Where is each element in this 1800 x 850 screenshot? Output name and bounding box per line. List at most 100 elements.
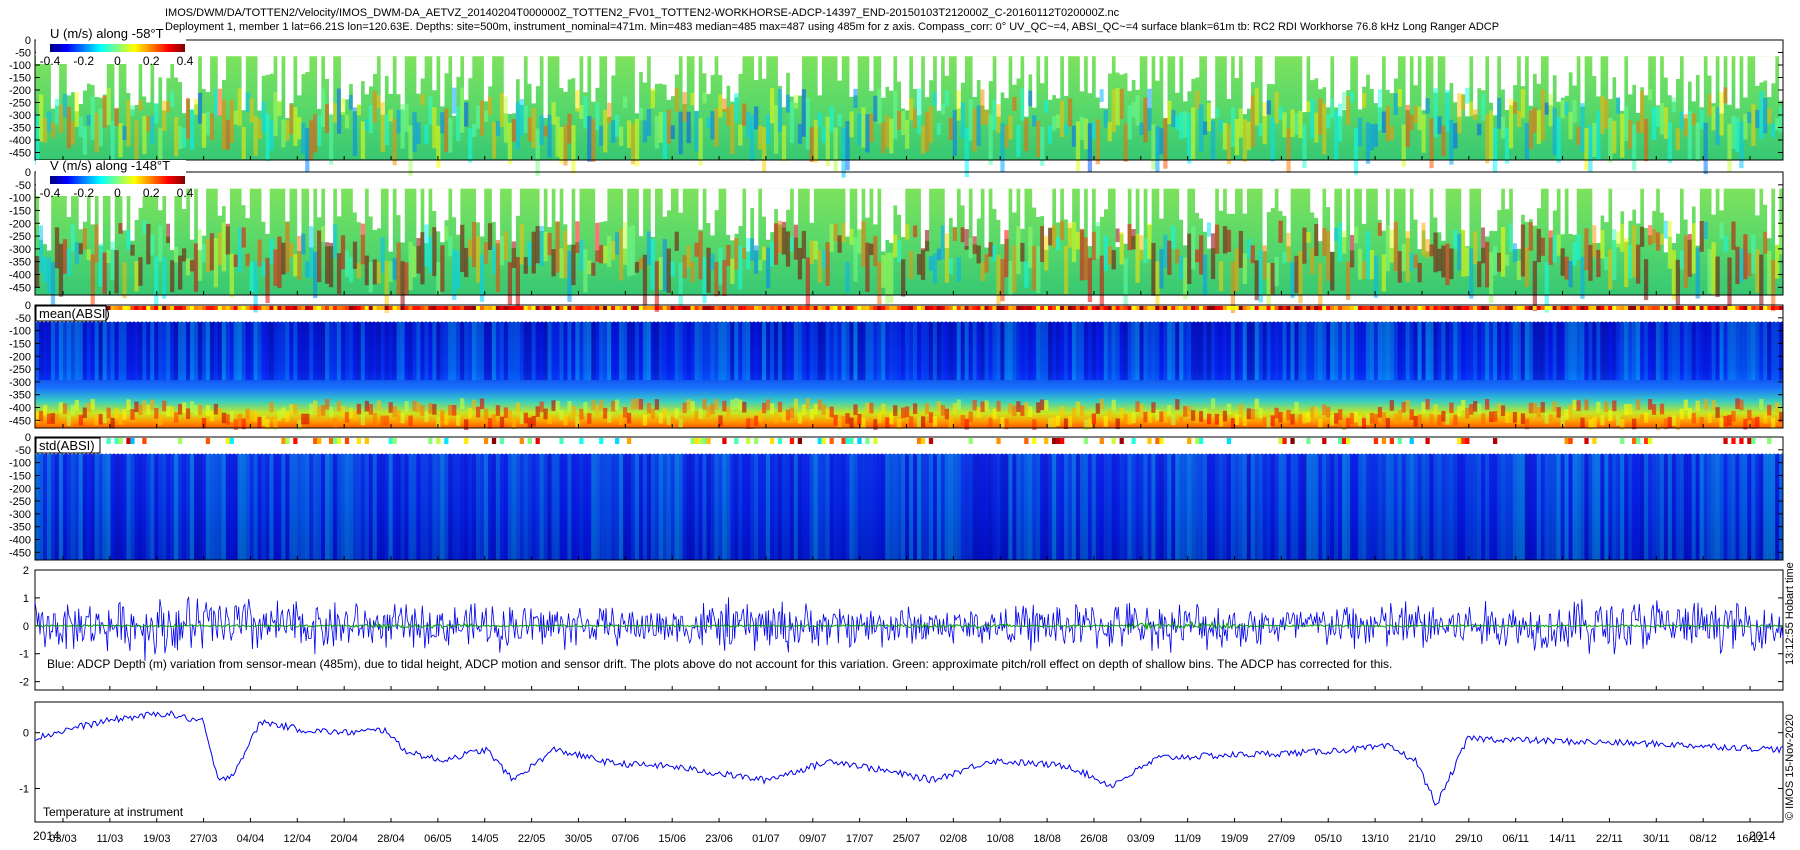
panel-4-streak [885, 453, 890, 560]
panel-2-streak [1342, 230, 1347, 254]
panel-2-streak [440, 245, 445, 292]
panel-2-streak [364, 255, 370, 286]
panel-1-streak [1512, 101, 1518, 114]
panel-1-gap [944, 56, 950, 76]
panel-1-gap [1405, 56, 1410, 111]
panel-4-streak [1286, 453, 1291, 560]
panel-4-streak [1524, 453, 1530, 560]
panel-1-streak [142, 115, 147, 155]
panel-3-surface [1008, 306, 1013, 310]
panel-4-streak [46, 453, 52, 560]
panel-1-streak [948, 117, 953, 141]
panel-2-gap [666, 188, 671, 211]
panel-1-streak [1449, 120, 1454, 165]
panel-3-streak [618, 414, 624, 426]
panel-1-gap [317, 56, 322, 109]
panel-3-streak [1584, 321, 1589, 381]
panel-1-streak [1759, 91, 1764, 139]
panel-3-surface [289, 306, 294, 310]
panel-3-streak [750, 321, 755, 381]
panel-2-streak [853, 237, 858, 282]
panel-2-streak [408, 241, 413, 291]
panel-3-surface [897, 306, 902, 310]
panel-4-streak [209, 453, 215, 560]
panel-1-streak [865, 114, 870, 153]
panel-4-streak [416, 453, 421, 560]
panel-3-streak [1437, 321, 1442, 381]
panel-2-streak [1222, 226, 1228, 254]
panel-1-gap [1556, 56, 1561, 102]
panel-1-streak [1771, 123, 1776, 138]
panel-4-streak [591, 453, 596, 560]
panel-3-streak [615, 321, 620, 381]
panel-1-streak [754, 106, 759, 130]
panel-2-gap [1767, 188, 1772, 239]
panel-3-streak [948, 416, 953, 428]
panel-2-gap [1600, 188, 1605, 216]
panel-4-streak [1616, 453, 1621, 560]
panel-4-streak [479, 453, 485, 560]
panel-3-surface [1028, 306, 1033, 310]
panel-1-streak [464, 102, 469, 127]
panel-1-gap [261, 56, 266, 76]
panel-3-surface [607, 306, 612, 310]
panel-1-streak [1624, 106, 1629, 141]
panel-4-streak [1278, 453, 1283, 560]
x-tick-label: 27/09 [1268, 833, 1296, 845]
panel-3-surface [1512, 306, 1518, 310]
panel-3-streak [1230, 321, 1236, 381]
panel-3-streak [348, 321, 354, 381]
panel-3-streak [1210, 398, 1216, 409]
panel-4-streak [1091, 453, 1097, 560]
panel-3-streak [428, 403, 433, 414]
panel-3-surface [245, 306, 250, 310]
panel-4-streak [245, 453, 250, 560]
panel-2-gap [976, 188, 981, 219]
panel-3-surface [869, 306, 874, 310]
panel-4-streak [1659, 453, 1665, 560]
panel-1-streak [245, 92, 250, 113]
panel-3-streak [74, 399, 79, 411]
panel-1-streak [734, 93, 739, 122]
panel-2-gap [1326, 188, 1331, 208]
panel-3-streak [1286, 409, 1291, 421]
panel-3-streak [738, 321, 743, 381]
panel-2-streak [1079, 228, 1085, 281]
panel-3-streak [607, 412, 612, 423]
panel-4-streak [213, 453, 219, 560]
panel-3-streak [293, 404, 298, 415]
panel-2-streak [1063, 246, 1069, 295]
panel-2-streak [1663, 220, 1669, 239]
panel-4-surface [722, 438, 727, 444]
panel-1-streak [765, 114, 771, 144]
panel-3-streak [940, 321, 946, 381]
panel-4-streak [221, 453, 226, 560]
panel-1-streak [543, 125, 548, 137]
panel-2-streak [1675, 259, 1681, 305]
panel-3-streak [777, 401, 783, 413]
panel-4-streak [1600, 453, 1605, 560]
panel-3-surface [1099, 306, 1104, 310]
panel-1-streak [801, 89, 807, 137]
panel-3-streak [702, 321, 707, 381]
panel-2-streak [265, 257, 270, 303]
panel-2-streak [1532, 261, 1537, 311]
panel-4-streak [1373, 453, 1379, 560]
panel-3-streak [479, 321, 485, 381]
panel-1-streak [793, 94, 799, 109]
panel-4-streak [1703, 453, 1708, 560]
panel-2-streak [86, 249, 91, 261]
panel-3-streak [889, 321, 894, 381]
panel-3-surface [658, 306, 663, 310]
panel-3-streak [1171, 414, 1176, 426]
panel-3-streak [1059, 406, 1065, 418]
panel-3-surface [170, 306, 175, 310]
panel-1-gap [1385, 56, 1390, 90]
panel-3-streak [408, 321, 413, 381]
panel-4-streak [1135, 453, 1140, 560]
panel-3-streak [1191, 321, 1196, 381]
panel-1-streak [781, 125, 787, 162]
panel-4-streak [392, 453, 397, 560]
panel-1-gap [642, 56, 648, 83]
panel-4-streak [1361, 453, 1367, 560]
